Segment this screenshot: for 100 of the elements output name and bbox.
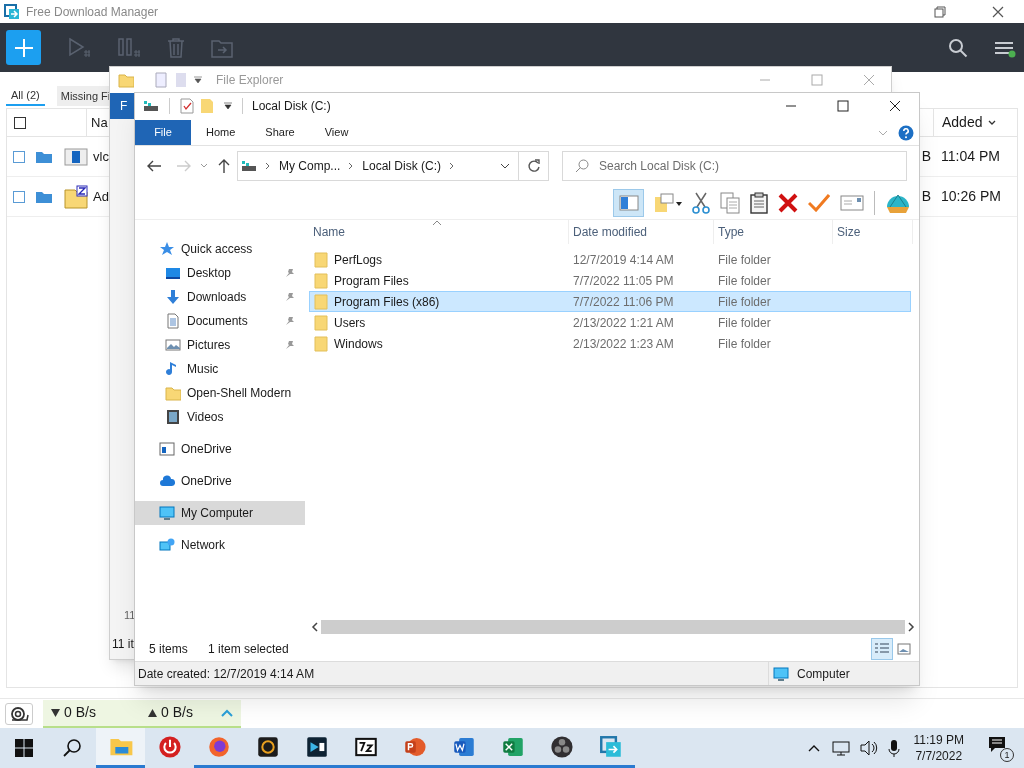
thumbnail-view-icon[interactable]	[897, 643, 911, 655]
pin-icon[interactable]	[285, 268, 295, 278]
download-size: B	[921, 147, 931, 166]
clock[interactable]: 11:19 PM 7/7/2022	[913, 732, 964, 764]
drive-icon	[241, 159, 257, 173]
checkmark-icon[interactable]	[808, 193, 830, 212]
address-bar[interactable]: My Comp... Local Disk (C:)	[237, 151, 519, 181]
file-type: File folder	[717, 272, 772, 290]
column-header[interactable]: Added	[933, 109, 1017, 136]
pin-icon[interactable]	[285, 316, 295, 326]
file-type: File folder	[717, 335, 772, 353]
file-row[interactable]: Windows 2/13/2022 1:23 AM File folder	[309, 333, 911, 354]
clipboard-icon[interactable]	[750, 191, 768, 214]
close-icon[interactable]	[889, 100, 901, 112]
window-title: Local Disk (C:)	[252, 98, 332, 115]
date-modified: 7/7/2022 11:06 PM	[572, 293, 675, 311]
download-name[interactable]: Ad	[93, 186, 109, 207]
nav-label: Videos	[187, 409, 225, 426]
nav-item[interactable]: Pictures	[135, 333, 305, 357]
speaker-icon[interactable]	[859, 740, 878, 756]
film-icon	[165, 409, 181, 425]
download-manager-icon	[597, 733, 624, 760]
file-row[interactable]: Program Files 7/7/2022 11:05 PM File folder	[309, 270, 911, 291]
properties-icon[interactable]	[180, 98, 194, 114]
column-header[interactable]: Size	[833, 220, 913, 244]
nav-item[interactable]: My Computer	[135, 501, 305, 525]
ribbon-tab[interactable]: F	[110, 93, 135, 119]
back-arrow-icon[interactable]	[146, 159, 162, 173]
date-modified: 2/13/2022 1:23 AM	[572, 335, 675, 353]
add-button[interactable]	[6, 30, 41, 65]
microphone-icon[interactable]	[887, 739, 900, 757]
nav-item[interactable]: Downloads	[135, 285, 305, 309]
details-view-button[interactable]	[871, 638, 893, 660]
chevron-up-icon[interactable]	[807, 744, 820, 752]
help-icon[interactable]	[898, 124, 914, 141]
row-checkbox[interactable]	[13, 190, 25, 203]
ribbon-tab[interactable]: Share	[250, 120, 310, 145]
select-all-checkbox[interactable]	[14, 116, 26, 129]
column-header[interactable]: Type	[714, 220, 833, 244]
file-row[interactable]: Users 2/13/2022 1:21 AM File folder	[309, 312, 911, 333]
column-header[interactable]: Name	[309, 220, 569, 244]
nav-item[interactable]: Network	[135, 533, 305, 557]
window-title: Free Download Manager	[26, 3, 160, 21]
nav-item[interactable]: OneDrive	[135, 437, 305, 461]
file-row[interactable]: Program Files (x86) 7/7/2022 11:06 PM File folder	[309, 291, 911, 312]
scrollbar-thumb[interactable]	[321, 620, 905, 634]
upload-speed: 0 B/s	[161, 703, 194, 722]
delete-icon[interactable]	[778, 192, 798, 213]
nav-label: OneDrive	[181, 441, 233, 458]
file-type: File folder	[717, 314, 772, 332]
trash-icon[interactable]	[167, 36, 185, 59]
nav-item[interactable]: Documents	[135, 309, 305, 333]
restore-icon[interactable]	[934, 5, 946, 18]
document-icon	[165, 313, 181, 329]
folder-options-icon[interactable]	[654, 192, 682, 213]
notifications-button[interactable]: 1	[986, 734, 1014, 762]
close-icon[interactable]	[992, 5, 1004, 18]
filter-tab[interactable]: All (2)	[6, 86, 45, 106]
refresh-icon	[526, 159, 541, 173]
ribbon-tab[interactable]: Home	[191, 120, 251, 145]
breadcrumb[interactable]: My Comp...	[279, 157, 341, 175]
nav-item[interactable]: Quick access	[135, 237, 305, 261]
copy-icon[interactable]	[720, 191, 740, 214]
details-view-icon	[874, 642, 890, 656]
nav-item[interactable]: Desktop	[135, 261, 305, 285]
file-row[interactable]: PerfLogs 12/7/2019 4:14 AM File folder	[309, 249, 911, 270]
nav-item[interactable]: Videos	[135, 405, 305, 429]
nav-item[interactable]: Open-Shell Modern	[135, 381, 305, 405]
chevron-left-icon[interactable]	[311, 622, 319, 632]
filter-tab[interactable]: Missing Fi	[56, 86, 112, 106]
caret-icon[interactable]	[224, 102, 232, 110]
nav-item[interactable]: OneDrive	[135, 469, 305, 493]
chevron-down-icon[interactable]	[500, 163, 510, 169]
column-header[interactable]: Na	[91, 112, 108, 133]
up-arrow-icon[interactable]	[217, 158, 231, 174]
breadcrumb[interactable]: Local Disk (C:)	[362, 157, 442, 175]
scissors-icon[interactable]	[692, 191, 710, 214]
ribbon-tab[interactable]: View	[309, 120, 364, 145]
star-icon	[159, 241, 175, 257]
nav-item[interactable]: Music	[135, 357, 305, 381]
search-icon[interactable]	[948, 37, 968, 58]
caret-icon[interactable]	[194, 76, 202, 84]
envelope-icon[interactable]	[840, 194, 864, 211]
row-checkbox[interactable]	[13, 150, 25, 163]
pin-icon[interactable]	[285, 340, 295, 350]
pane-toggle-button[interactable]	[613, 188, 644, 217]
horizontal-scrollbar[interactable]	[309, 619, 917, 635]
column-header[interactable]: Date modified	[569, 220, 714, 244]
power-icon	[156, 733, 183, 760]
download-name[interactable]: vlc	[93, 146, 109, 167]
nav-label: Quick access	[181, 241, 254, 258]
search-box[interactable]: Search Local Disk (C:)	[562, 151, 907, 181]
speed-mode-button[interactable]	[5, 702, 33, 725]
maximize-icon[interactable]	[837, 100, 849, 112]
refresh-button[interactable]	[519, 151, 549, 181]
network-icon[interactable]	[831, 740, 850, 756]
search-field[interactable]: Search Local Disk (C:)	[599, 157, 906, 175]
pin-icon[interactable]	[285, 292, 295, 302]
up-triangle-icon	[148, 708, 157, 717]
chevron-right-icon[interactable]	[907, 622, 915, 632]
